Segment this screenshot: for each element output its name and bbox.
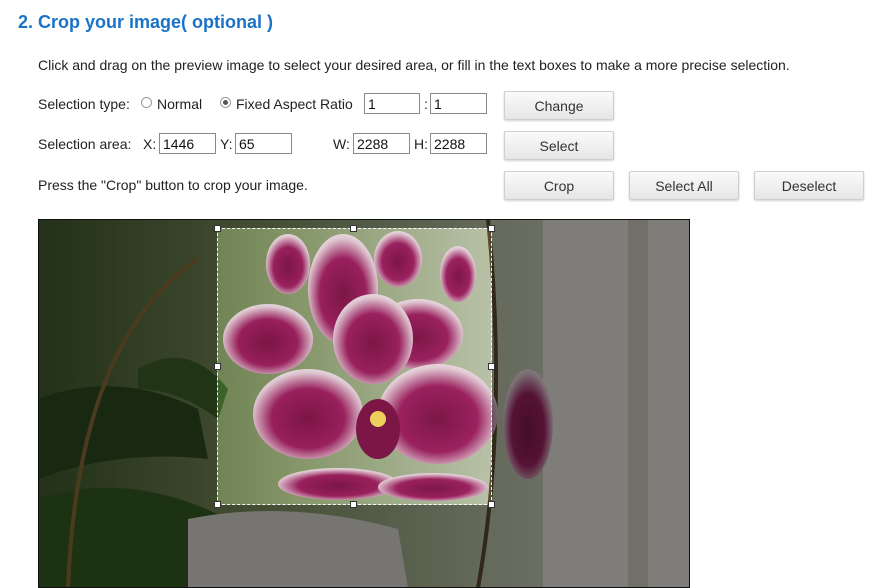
resize-handle-ne[interactable] [488,225,495,232]
select-button[interactable]: Select [504,131,614,160]
resize-handle-e[interactable] [488,363,495,370]
aspect-ratio-width-input[interactable] [364,93,420,114]
resize-handle-nw[interactable] [214,225,221,232]
deselect-button[interactable]: Deselect [754,171,864,200]
w-input[interactable] [353,133,410,154]
h-label: H: [414,136,428,152]
dim-right [492,228,690,505]
y-label: Y: [220,136,233,152]
y-input[interactable] [235,133,292,154]
dim-top [38,219,690,228]
crop-preview[interactable] [38,219,690,588]
w-label: W: [333,136,350,152]
x-input[interactable] [159,133,216,154]
resize-handle-w[interactable] [214,363,221,370]
fixed-aspect-ratio-radio[interactable] [220,97,231,108]
selection-area-label: Selection area: [38,136,132,152]
fixed-aspect-ratio-label[interactable]: Fixed Aspect Ratio [236,96,353,112]
selection-type-label: Selection type: [38,96,130,112]
normal-radio-label[interactable]: Normal [157,96,202,112]
section-title: 2. Crop your image( optional ) [18,12,274,32]
aspect-ratio-height-input[interactable] [430,93,487,114]
crop-hint-text: Press the "Crop" button to crop your ima… [38,177,308,193]
change-button[interactable]: Change [504,91,614,120]
resize-handle-se[interactable] [488,501,495,508]
resize-handle-s[interactable] [350,501,357,508]
select-all-button[interactable]: Select All [629,171,739,200]
h-input[interactable] [430,133,487,154]
x-label: X: [143,136,157,152]
resize-handle-n[interactable] [350,225,357,232]
crop-button[interactable]: Crop [504,171,614,200]
aspect-ratio-separator: : [424,96,428,112]
normal-radio[interactable] [141,97,152,108]
crop-instructions: Click and drag on the preview image to s… [38,57,790,73]
dim-bottom [38,505,690,588]
crop-selection-box[interactable] [214,225,495,508]
resize-handle-sw[interactable] [214,501,221,508]
dim-left [38,228,217,505]
